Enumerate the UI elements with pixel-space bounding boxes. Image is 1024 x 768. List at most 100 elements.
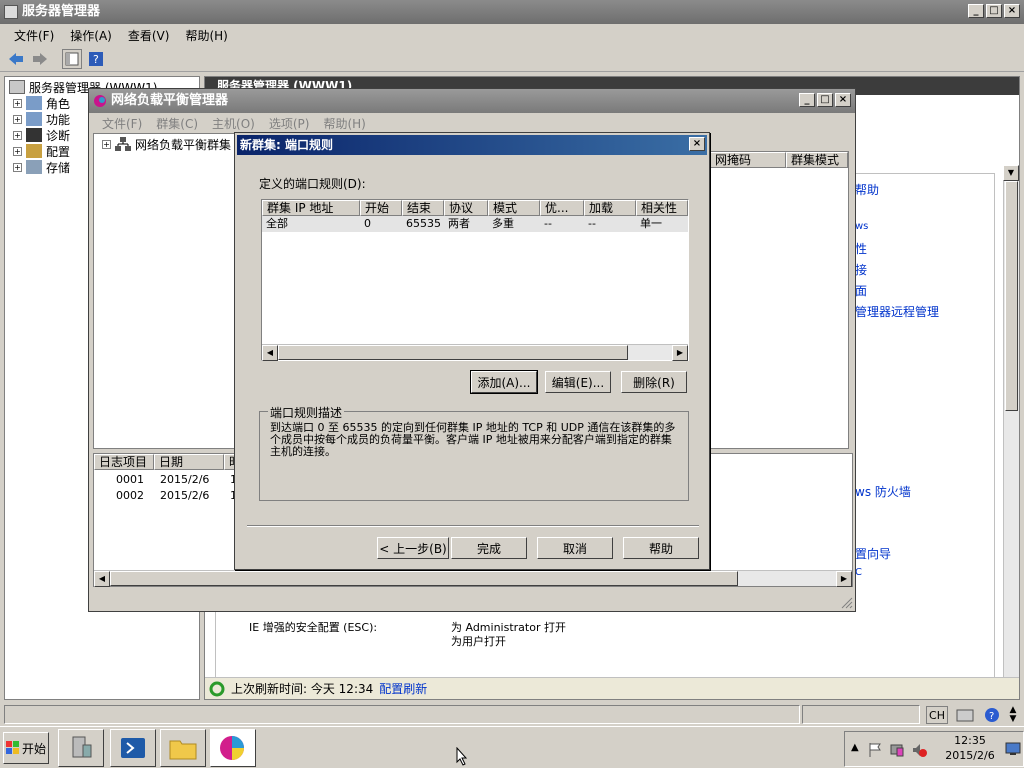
taskbar-nlb-manager[interactable] xyxy=(210,729,256,767)
col-cluster-ip[interactable]: 群集 IP 地址 xyxy=(262,200,360,216)
scroll-down-arrow[interactable]: ▼ xyxy=(1003,165,1019,181)
nlb-cluster-list: 网掩码 群集模式 xyxy=(709,151,849,449)
maximize-button[interactable]: □ xyxy=(986,4,1002,18)
tree-item-configuration[interactable]: + 配置 xyxy=(13,143,70,159)
link-wizard[interactable]: 置向导 xyxy=(855,545,891,562)
forward-arrow-icon[interactable] xyxy=(30,49,50,69)
log-entry-date: 2015/2/6 xyxy=(160,489,210,502)
link-fragment-5[interactable]: C xyxy=(855,567,862,578)
main-vertical-scrollbar[interactable]: ▲ ▼ xyxy=(1003,165,1019,677)
back-arrow-icon[interactable] xyxy=(6,49,26,69)
nlb-menu-help[interactable]: 帮助(H) xyxy=(316,115,372,132)
port-rules-list[interactable]: 群集 IP 地址 开始 结束 协议 模式 优... 加载 相关性 全部 0 65… xyxy=(261,199,689,361)
close-button[interactable]: × xyxy=(1004,4,1020,18)
menu-help[interactable]: 帮助(H) xyxy=(177,27,235,44)
col-load[interactable]: 加载 xyxy=(584,200,636,216)
log-entry-id: 0001 xyxy=(116,473,144,486)
scroll-thumb[interactable] xyxy=(1005,181,1018,411)
nlb-maximize-button[interactable]: □ xyxy=(817,93,833,107)
add-button[interactable]: 添加(A)... xyxy=(470,370,538,394)
show-desktop-icon[interactable] xyxy=(1005,742,1021,756)
expand-icon[interactable]: + xyxy=(13,146,22,156)
language-indicator[interactable]: CH xyxy=(926,706,948,724)
back-button[interactable]: < 上一步(B) xyxy=(377,537,449,559)
expand-icon[interactable]: + xyxy=(13,162,22,172)
expand-icon[interactable]: + xyxy=(13,114,22,124)
resize-grip-icon[interactable] xyxy=(841,597,853,609)
scroll-right-arrow[interactable]: ▶ xyxy=(836,571,852,587)
log-entry-id: 0002 xyxy=(116,489,144,502)
refresh-text: 上次刷新时间: 今天 12:34 xyxy=(231,682,374,696)
tree-item-storage[interactable]: + 存储 xyxy=(13,159,70,175)
dialog-close-button[interactable]: × xyxy=(689,137,705,151)
col-header-cluster-mode[interactable]: 群集模式 xyxy=(786,152,848,168)
link-firewall[interactable]: ws 防火墙 xyxy=(855,483,911,500)
nlb-menu-options[interactable]: 选项(P) xyxy=(262,115,317,132)
volume-muted-icon[interactable] xyxy=(911,742,927,758)
nlb-close-button[interactable]: × xyxy=(835,93,851,107)
cancel-button[interactable]: 取消 xyxy=(537,537,613,559)
col-end[interactable]: 结束 xyxy=(402,200,444,216)
col-start[interactable]: 开始 xyxy=(360,200,402,216)
clock-date[interactable]: 2015/2/6 xyxy=(941,749,999,762)
nlb-minimize-button[interactable]: _ xyxy=(799,93,815,107)
rules-horizontal-scrollbar[interactable]: ◀ ▶ xyxy=(262,344,688,361)
network-icon[interactable] xyxy=(889,742,905,758)
minimize-button[interactable]: _ xyxy=(968,4,984,18)
link-help[interactable]: 帮助 xyxy=(855,181,879,198)
window-titlebar: 服务器管理器 _ □ × xyxy=(0,0,1024,24)
log-horizontal-scrollbar[interactable]: ◀ ▶ xyxy=(94,570,852,587)
show-hidden-icons-icon[interactable]: ▲ xyxy=(851,742,859,753)
nlb-menu-cluster[interactable]: 群集(C) xyxy=(149,115,205,132)
log-row[interactable]: 0002 2015/2/6 1 xyxy=(94,488,244,504)
edit-button[interactable]: 编辑(E)... xyxy=(545,371,611,393)
col-header-netmask[interactable]: 网掩码 xyxy=(710,152,786,168)
scroll-left-arrow[interactable]: ◀ xyxy=(94,571,110,587)
link-remote-management[interactable]: 管理器远程管理 xyxy=(855,303,939,320)
menu-file[interactable]: 文件(F) xyxy=(6,27,62,44)
col-mode[interactable]: 模式 xyxy=(488,200,540,216)
taskbar-server-manager[interactable] xyxy=(58,729,104,767)
link-fragment-1[interactable]: ws xyxy=(855,221,868,232)
link-fragment-2[interactable]: 性 xyxy=(855,240,867,257)
taskbar-explorer[interactable] xyxy=(160,729,206,767)
link-fragment-4[interactable]: 面 xyxy=(855,282,867,299)
clock-time[interactable]: 12:35 xyxy=(941,734,999,747)
flag-icon[interactable] xyxy=(867,742,883,758)
col-priority[interactable]: 优... xyxy=(540,200,584,216)
log-col-date[interactable]: 日期 xyxy=(154,454,224,470)
table-row[interactable]: 全部 0 65535 两者 多重 -- -- 单一 xyxy=(262,216,688,232)
tree-item-features[interactable]: + 功能 xyxy=(13,111,70,127)
expand-icon[interactable]: + xyxy=(102,139,111,149)
menu-view[interactable]: 查看(V) xyxy=(120,27,178,44)
menu-action[interactable]: 操作(A) xyxy=(62,27,120,44)
scroll-thumb[interactable] xyxy=(110,571,738,586)
scroll-thumb[interactable] xyxy=(278,345,628,360)
tree-item-roles[interactable]: + 角色 xyxy=(13,95,70,111)
start-button[interactable]: 开始 xyxy=(3,732,49,764)
help-button[interactable]: 帮助 xyxy=(623,537,699,559)
keyboard-icon[interactable] xyxy=(956,707,974,723)
configure-refresh-link[interactable]: 配置刷新 xyxy=(379,680,427,697)
options-arrow-icon[interactable]: ▲ ▼ xyxy=(1006,706,1020,724)
remove-button[interactable]: 删除(R) xyxy=(621,371,687,393)
tree-item-diagnostics[interactable]: + 诊断 xyxy=(13,127,70,143)
col-affinity[interactable]: 相关性 xyxy=(636,200,688,216)
log-col-entry[interactable]: 日志项目 xyxy=(94,454,154,470)
scroll-right-arrow[interactable]: ▶ xyxy=(672,345,688,361)
finish-button[interactable]: 完成 xyxy=(451,537,527,559)
help-icon[interactable]: ? xyxy=(86,49,106,69)
col-protocol[interactable]: 协议 xyxy=(444,200,488,216)
nlb-tree-root[interactable]: + 网络负载平衡群集 xyxy=(102,136,231,152)
show-hide-console-tree-icon[interactable] xyxy=(62,48,82,69)
link-fragment-3[interactable]: 接 xyxy=(855,261,867,278)
log-row[interactable]: 0001 2015/2/6 1 xyxy=(94,472,244,488)
expand-icon[interactable]: + xyxy=(13,130,22,140)
taskbar-powershell[interactable] xyxy=(110,729,156,767)
svg-text:?: ? xyxy=(989,711,994,722)
scroll-left-arrow[interactable]: ◀ xyxy=(262,345,278,361)
help-circle-icon[interactable]: ? xyxy=(984,707,1000,723)
nlb-menu-host[interactable]: 主机(O) xyxy=(205,115,262,132)
expand-icon[interactable]: + xyxy=(13,98,22,108)
nlb-menu-file[interactable]: 文件(F) xyxy=(95,115,149,132)
